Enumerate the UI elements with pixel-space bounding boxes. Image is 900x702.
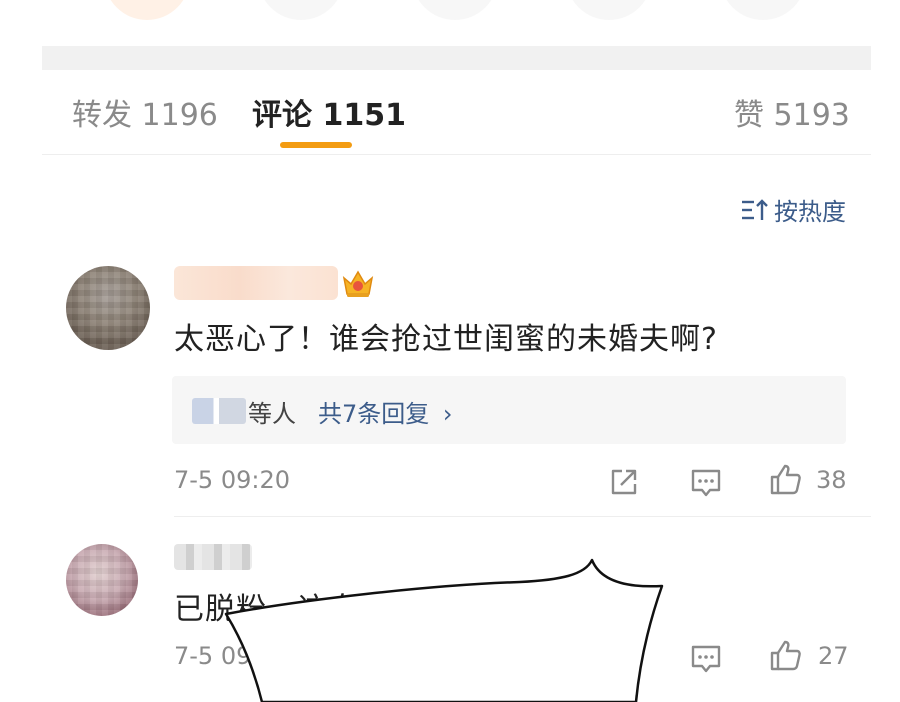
drawn-overlay-shape — [224, 558, 664, 702]
